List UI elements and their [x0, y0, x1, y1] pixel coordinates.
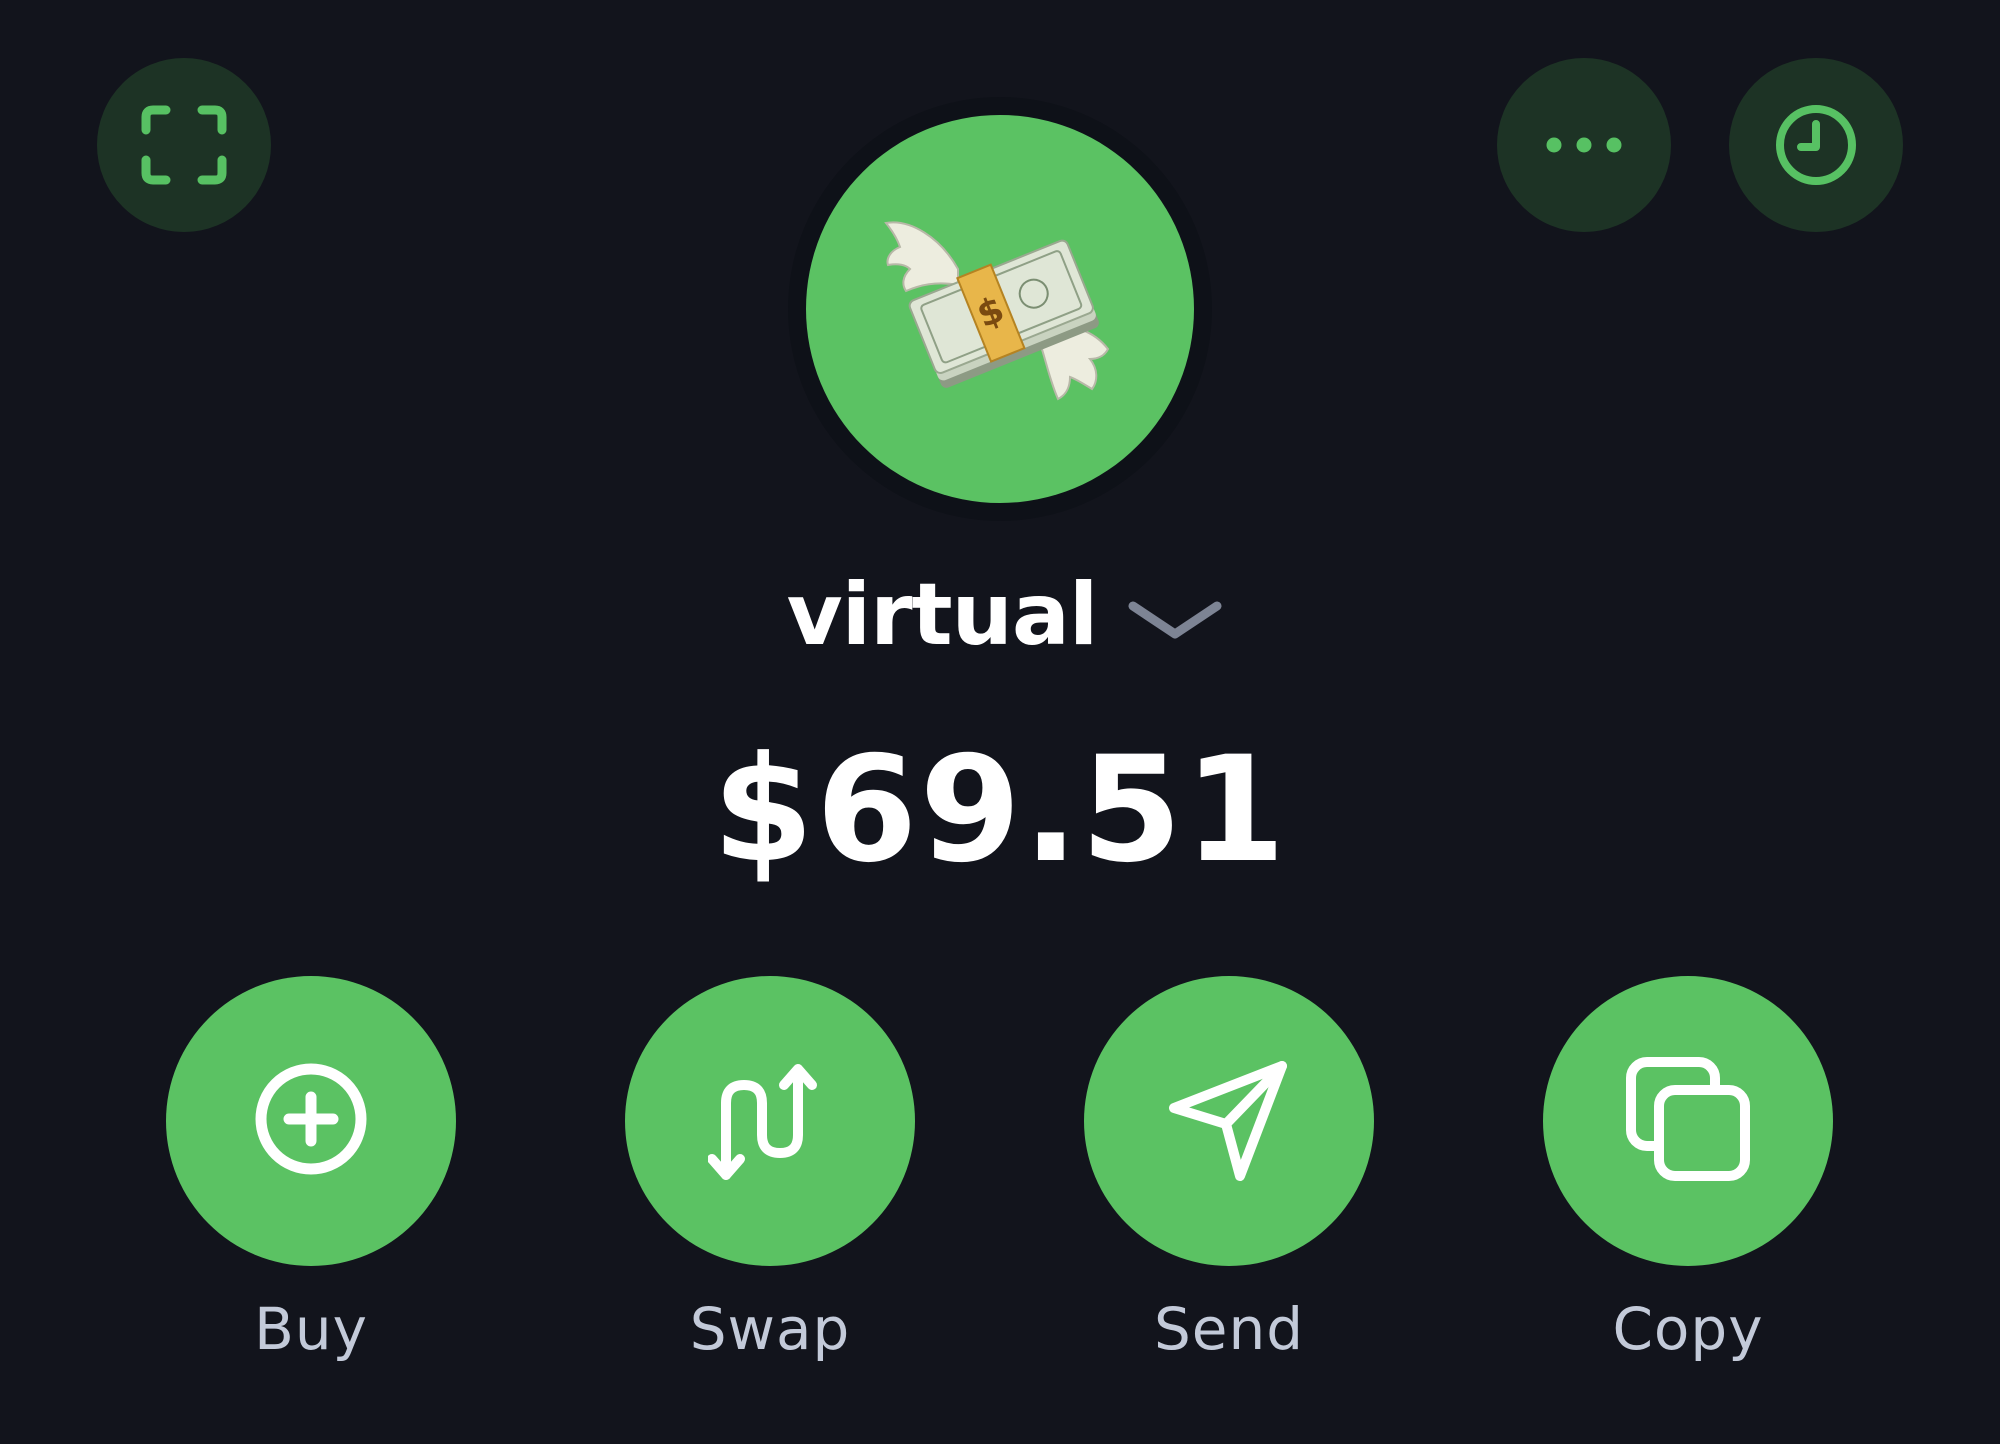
copy-button[interactable]: Copy: [1543, 976, 1833, 1366]
send-label: Send: [1153, 1295, 1305, 1363]
scan-button[interactable]: [97, 58, 271, 232]
more-icon: [1544, 135, 1624, 155]
swap-label: Swap: [689, 1295, 851, 1363]
balance-amount: $69.51: [712, 725, 1288, 895]
chevron-down-icon: [1127, 598, 1223, 646]
history-icon: [1773, 102, 1859, 188]
send-button[interactable]: Send: [1084, 976, 1374, 1366]
buy-label: Buy: [254, 1295, 368, 1363]
wallet-name: virtual: [786, 565, 1099, 665]
wallet-avatar[interactable]: $: [806, 115, 1194, 503]
wallet-screen: $ virtual $69.51 Buy Swap Send Copy: [0, 0, 2000, 1444]
send-button-circle[interactable]: [1084, 976, 1374, 1266]
swap-arrows-icon: [707, 1057, 832, 1185]
scan-qr-icon: [141, 105, 227, 185]
money-with-wings-icon: $: [880, 207, 1120, 411]
copy-icon: [1623, 1054, 1753, 1188]
history-button[interactable]: [1729, 58, 1903, 232]
buy-button[interactable]: Buy: [166, 976, 456, 1366]
more-button[interactable]: [1497, 58, 1671, 232]
copy-label: Copy: [1612, 1295, 1764, 1363]
send-icon: [1164, 1054, 1294, 1188]
buy-button-circle[interactable]: [166, 976, 456, 1266]
swap-button-circle[interactable]: [625, 976, 915, 1266]
plus-circle-icon: [251, 1059, 371, 1183]
wallet-selector[interactable]: virtual: [0, 555, 2000, 675]
copy-button-circle[interactable]: [1543, 976, 1833, 1266]
swap-button[interactable]: Swap: [625, 976, 915, 1366]
